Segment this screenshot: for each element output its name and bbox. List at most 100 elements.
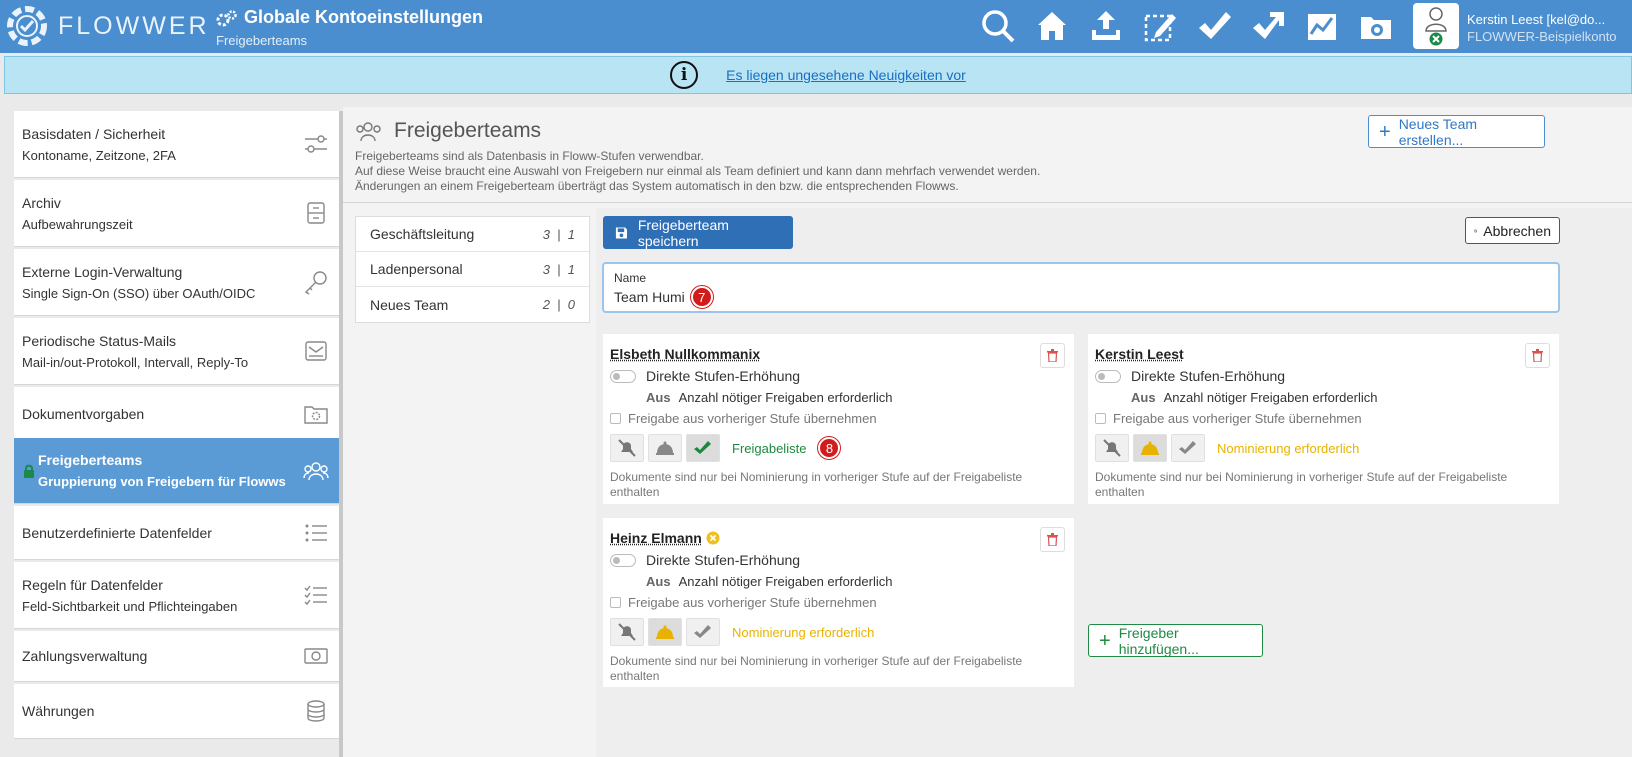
bell-off-icon [618,439,636,457]
camera-folder-icon[interactable] [1356,6,1396,46]
mode-nomination-button[interactable] [648,618,682,646]
sidebar-item-title: Externe Login-Verwaltung [22,263,183,280]
approver-name[interactable]: Elsbeth Nullkommanix [610,346,1067,362]
sidebar-item-subtitle: Aufbewahrungszeit [22,216,133,232]
home-icon[interactable] [1032,6,1072,46]
toolbar [978,6,1396,46]
sidebar-item-datenfelder[interactable]: Benutzerdefinierte Datenfelder [14,506,339,560]
mode-note: Dokumente sind nur bei Nominierung in vo… [1095,470,1508,499]
mode-muted-button[interactable] [1095,434,1129,462]
sidebar-item-status-mails[interactable]: Periodische Status-Mails Mail-in/out-Pro… [14,318,339,385]
add-approver-button[interactable]: + Freigeber hinzufügen... [1088,624,1263,657]
save-team-button[interactable]: Freigeberteam speichern [603,216,793,249]
page-title: Globale Kontoeinstellungen [244,7,484,27]
approver-card: Elsbeth Nullkommanix Direkte Stufen-Erhö… [603,334,1074,504]
mode-list-button[interactable] [686,618,720,646]
sidebar-item-freigeberteams[interactable]: Freigeberteams Gruppierung von Freigeber… [14,438,339,504]
name-input[interactable]: Team Humi [614,289,685,305]
plus-icon: + [1379,120,1391,143]
trash-icon [1532,349,1543,362]
sidebar-item-zahlungsverwaltung[interactable]: Zahlungsverwaltung [14,631,339,682]
direct-increase-toggle[interactable] [610,553,636,567]
save-icon [615,226,627,239]
mode-list-button[interactable] [686,434,720,462]
mode-note: Dokumente sind nur bei Nominierung in vo… [610,470,1023,499]
sidebar-item-title: Freigeberteams [38,452,143,468]
sidebar-item-regeln[interactable]: Regeln für Datenfelder Feld-Sichtbarkeit… [14,562,339,629]
take-over-checkbox[interactable] [1095,413,1106,424]
brand-name: FLOWWER [58,11,210,40]
take-over-checkbox[interactable] [610,413,621,424]
money-icon [304,648,328,664]
sidebar-item-externe-login[interactable]: Externe Login-Verwaltung Single Sign-On … [14,249,339,316]
sidebar-item-subtitle: Single Sign-On (SSO) über OAuth/OIDC [22,285,256,301]
approver-name[interactable]: Heinz Elmann [610,530,702,546]
mode-label: Nominierung erforderlich [1217,440,1360,456]
mode-muted-button[interactable] [610,618,644,646]
sidebar-item-dokumentvorgaben[interactable]: Dokumentvorgaben [14,387,339,442]
new-team-button[interactable]: + Neues Team erstellen... [1368,115,1545,148]
page-subtitle: Freigeberteams [216,33,308,48]
user-info[interactable]: Kerstin Leest [kel@do... FLOWWER-Beispie… [1467,11,1617,45]
mode-muted-button[interactable] [610,434,644,462]
selection-edit-icon[interactable] [1140,6,1180,46]
team-row[interactable]: Ladenpersonal 3 | 1 [356,252,589,287]
forward-arrow-icon[interactable] [1248,6,1288,46]
upload-icon[interactable] [1086,6,1126,46]
user-avatar[interactable] [1413,3,1459,49]
coins-icon [307,700,325,722]
mode-list-button[interactable] [1171,434,1205,462]
approver-name[interactable]: Kerstin Leest [1095,346,1552,362]
mode-nomination-button[interactable] [1133,434,1167,462]
team-row[interactable]: Neues Team 2 | 0 [356,287,589,322]
sidebar-item-title: Benutzerdefinierte Datenfelder [22,524,212,541]
mode-label: Nominierung erforderlich [732,624,875,640]
take-over-checkbox[interactable] [610,597,621,608]
team-row[interactable]: Geschäftsleitung 3 | 1 [356,217,589,252]
bell-off-icon [618,623,636,641]
direct-increase-toggle[interactable] [1095,369,1121,383]
step-marker: 7 [690,286,713,308]
approve-pen-icon [694,625,711,638]
sidebar-item-title: Basisdaten / Sicherheit [22,125,166,142]
step-marker: 8 [818,437,841,459]
delete-approver-button[interactable] [1040,343,1065,368]
warning-status-icon [706,531,720,545]
approve-pen-icon[interactable] [1194,6,1234,46]
direct-increase-toggle[interactable] [610,369,636,383]
key-icon [304,271,327,295]
sidebar-item-basisdaten[interactable]: Basisdaten / Sicherheit Kontoname, Zeitz… [14,111,339,178]
sidebar-item-title: Zahlungsverwaltung [22,648,148,664]
sidebar-item-subtitle: Kontoname, Zeitzone, 2FA [22,147,176,163]
mode-note: Dokumente sind nur bei Nominierung in vo… [610,654,1023,683]
sidebar-item-waehrungen[interactable]: Währungen [14,684,339,739]
mode-nomination-button[interactable] [648,434,682,462]
sidebar-item-title: Archiv [22,194,61,211]
brand[interactable]: FLOWWER [4,2,210,50]
top-bar: FLOWWER Globale Kontoeinstellungen Freig… [0,0,1632,53]
user-name: Kerstin Leest [kel@do... [1467,12,1606,27]
approve-pen-icon [694,441,711,454]
team-name-field[interactable]: Name Team Humi 7 [602,262,1560,313]
flowwer-logo-icon [7,6,47,46]
chart-icon[interactable] [1302,6,1342,46]
search-icon[interactable] [978,6,1018,46]
delete-approver-button[interactable] [1040,527,1065,552]
cancel-icon [1474,229,1478,232]
gears-icon [216,9,237,26]
sidebar-item-subtitle: Mail-in/out-Protokoll, Intervall, Reply-… [22,354,249,370]
settings-sidebar: Basisdaten / Sicherheit Kontoname, Zeitz… [14,111,340,757]
section-description: Freigeberteams sind als Datenbasis in Fl… [355,149,1041,193]
delete-approver-button[interactable] [1525,343,1550,368]
plus-icon: + [1099,629,1111,652]
bell-icon [656,625,674,639]
cancel-button[interactable]: Abbrechen [1465,217,1560,244]
info-icon: i [670,61,699,89]
news-link[interactable]: Es liegen ungesehene Neuigkeiten vor [726,67,966,83]
news-banner: i Es liegen ungesehene Neuigkeiten vor [4,56,1632,94]
approve-pen-icon [1179,441,1196,454]
page-heading: Globale Kontoeinstellungen Freigeberteam… [216,7,483,48]
archive-icon [307,202,325,224]
sidebar-item-archiv[interactable]: Archiv Aufbewahrungszeit [14,180,339,247]
checklist-icon [304,585,327,606]
